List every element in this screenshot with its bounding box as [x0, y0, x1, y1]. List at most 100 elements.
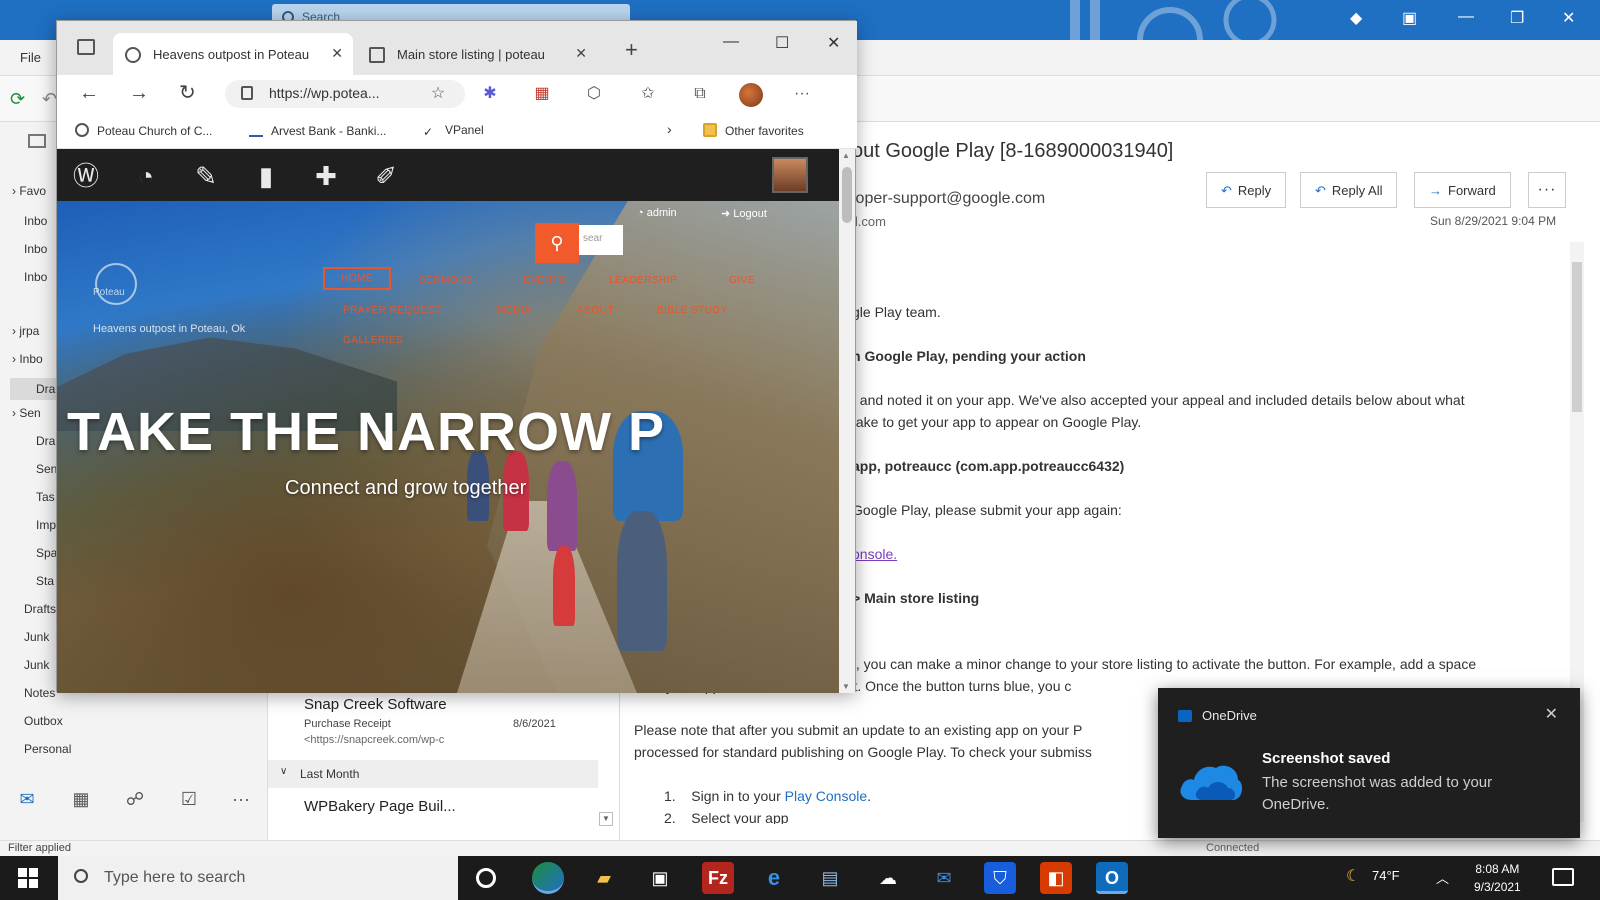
mail-icon[interactable] [28, 134, 46, 148]
folder-item-6[interactable]: Sta [36, 574, 54, 588]
weather-temperature[interactable]: 74°F [1372, 868, 1400, 883]
folder-junk-1[interactable]: Junk [24, 630, 49, 644]
nav-prayer-request[interactable]: PRAYER REQUEST [343, 305, 442, 316]
taskbar-search-input[interactable]: Type here to search [58, 856, 458, 900]
start-button[interactable] [18, 868, 38, 888]
chevron-right-icon[interactable]: › [667, 121, 672, 137]
nav-bible-study[interactable]: BIBLE STUDY [657, 305, 728, 316]
filezilla-icon[interactable]: Fz [702, 862, 734, 894]
comments-icon[interactable]: ▮ [251, 161, 281, 191]
diamond-icon[interactable]: ◆ [1350, 8, 1362, 28]
settings-more-icon[interactable]: ··· [793, 85, 811, 103]
calendar-nav-icon[interactable]: ▦ [70, 790, 92, 808]
more-nav-icon[interactable]: ··· [230, 790, 252, 808]
folder-item-5[interactable]: Spa [36, 546, 57, 560]
mail-nav-icon[interactable]: ✉ [16, 790, 38, 808]
scroll-down-icon[interactable]: ▼ [599, 812, 613, 826]
site-search-input[interactable]: sear [579, 225, 623, 255]
folder-item-4[interactable]: Imp [36, 518, 56, 532]
minimize-button[interactable]: — [1458, 8, 1474, 26]
close-icon[interactable]: ✕ [331, 45, 343, 62]
new-content-icon[interactable]: ✚ [311, 161, 341, 191]
store-icon[interactable]: ▣ [644, 862, 676, 894]
nav-about[interactable]: ABOUT [577, 305, 614, 316]
close-icon[interactable]: ✕ [1545, 704, 1558, 724]
site-search-button[interactable]: ⚲ [535, 223, 579, 263]
onedrive-taskbar-icon[interactable]: ☁ [872, 862, 904, 894]
collections-icon[interactable]: ⧉ [691, 85, 709, 103]
tab-heavens-outpost[interactable]: Heavens outpost in Poteau ✕ [113, 33, 353, 75]
tab-actions-icon[interactable] [77, 39, 95, 55]
customize-brush-icon[interactable]: ✎ [191, 161, 221, 191]
close-button[interactable]: ✕ [1562, 8, 1575, 28]
play-console-link[interactable]: Play Console [785, 788, 868, 804]
folder-inbox-4[interactable]: › Inbo [12, 352, 43, 366]
admin-link[interactable]: ◔ admin [637, 207, 677, 219]
calendar-extension-icon[interactable]: ▦ [533, 85, 551, 103]
logout-link[interactable]: ➜ Logout [721, 207, 767, 220]
favorite-poteau-church[interactable]: Poteau Church of C... [75, 123, 212, 138]
favorite-arvest-bank[interactable]: Arvest Bank - Banki... [249, 123, 386, 138]
nav-home[interactable]: HOME [323, 267, 391, 290]
shield-icon[interactable]: ⬡ [585, 85, 603, 103]
reply-button[interactable]: ↶ Reply [1206, 172, 1287, 208]
scroll-thumb[interactable] [842, 167, 852, 223]
folder-header-account[interactable]: › jrpa [12, 324, 39, 338]
folder-inbox-2[interactable]: Inbo [24, 242, 47, 256]
onedrive-toast[interactable]: OneDrive ✕ Screenshot saved The screensh… [1158, 688, 1580, 838]
cortana-icon[interactable] [476, 868, 496, 888]
console-link[interactable]: onsole. [852, 546, 897, 562]
dashboard-icon[interactable]: ◔ [131, 161, 161, 191]
weather-moon-icon[interactable]: ☾ [1346, 866, 1360, 886]
sync-icon[interactable]: ⟳ [10, 90, 28, 108]
tasks-nav-icon[interactable]: ☑ [178, 790, 200, 808]
nav-sermons[interactable]: SERMONS [419, 275, 473, 286]
edge-taskbar-icon[interactable] [532, 862, 564, 894]
file-explorer-icon[interactable]: ▰ [588, 862, 620, 894]
folder-junk-2[interactable]: Junk [24, 658, 49, 672]
scroll-down-icon[interactable]: ▼ [842, 682, 850, 691]
nav-leadership[interactable]: LEADERSHIP [609, 275, 677, 286]
group-header-last-month[interactable]: ∨ Last Month [268, 760, 598, 788]
list-item[interactable]: WPBakery Page Buil... [268, 790, 598, 830]
close-button[interactable]: ✕ [827, 33, 840, 53]
system-clock[interactable]: 8:08 AM 9/3/2021 [1474, 860, 1521, 896]
nav-galleries[interactable]: GALLERIES [343, 335, 403, 346]
site-logo[interactable] [95, 263, 137, 305]
forward-icon[interactable]: → [129, 83, 149, 103]
nav-events[interactable]: EVENTS [523, 275, 566, 286]
notification-center-icon[interactable] [1552, 868, 1574, 886]
edit-pencil-icon[interactable]: ✐ [371, 161, 401, 191]
wordpress-logo-icon[interactable]: Ⓦ [71, 161, 101, 191]
maximize-button[interactable]: ☐ [775, 33, 789, 53]
close-icon[interactable]: ✕ [575, 45, 587, 62]
restore-button[interactable]: ❐ [1510, 8, 1524, 28]
people-nav-icon[interactable]: ☍ [124, 790, 146, 808]
folder-notes[interactable]: Notes [24, 686, 55, 700]
new-tab-button[interactable]: + [625, 37, 638, 63]
tray-chevron-icon[interactable]: ︿ [1436, 868, 1449, 887]
favorites-icon[interactable]: ✩ [639, 85, 657, 103]
nav-media[interactable]: MEDIA [497, 305, 531, 316]
folder-inbox-3[interactable]: Inbo [24, 270, 47, 284]
minimize-button[interactable]: — [723, 33, 739, 51]
add-favorite-icon[interactable]: ☆ [429, 85, 447, 103]
more-actions-button[interactable]: ··· [1528, 172, 1566, 208]
bitwarden-icon[interactable]: ⛉ [984, 862, 1016, 894]
page-scrollbar[interactable]: ▲ ▼ [839, 149, 855, 693]
reply-all-button[interactable]: ↶ Reply All [1300, 172, 1398, 208]
internet-explorer-icon[interactable]: e [758, 862, 790, 894]
remote-desktop-icon[interactable]: ▤ [814, 862, 846, 894]
folder-item-1[interactable]: Dra [36, 434, 55, 448]
other-favorites-folder[interactable]: Other favorites [703, 123, 804, 138]
folder-header-favorites[interactable]: › Favo [12, 184, 46, 198]
forward-button[interactable]: → Forward [1414, 172, 1511, 208]
scroll-thumb[interactable] [1572, 262, 1582, 412]
folder-inbox-1[interactable]: Inbo [24, 214, 47, 228]
folder-drafts[interactable]: Drafts [24, 602, 56, 616]
folder-item-3[interactable]: Tas [36, 490, 55, 504]
extension-icon[interactable]: ✱ [481, 85, 499, 103]
menu-file[interactable]: File [20, 50, 41, 65]
favorite-vpanel[interactable]: ✓ VPanel [423, 123, 484, 139]
mail-taskbar-icon[interactable]: ✉ [928, 862, 960, 894]
